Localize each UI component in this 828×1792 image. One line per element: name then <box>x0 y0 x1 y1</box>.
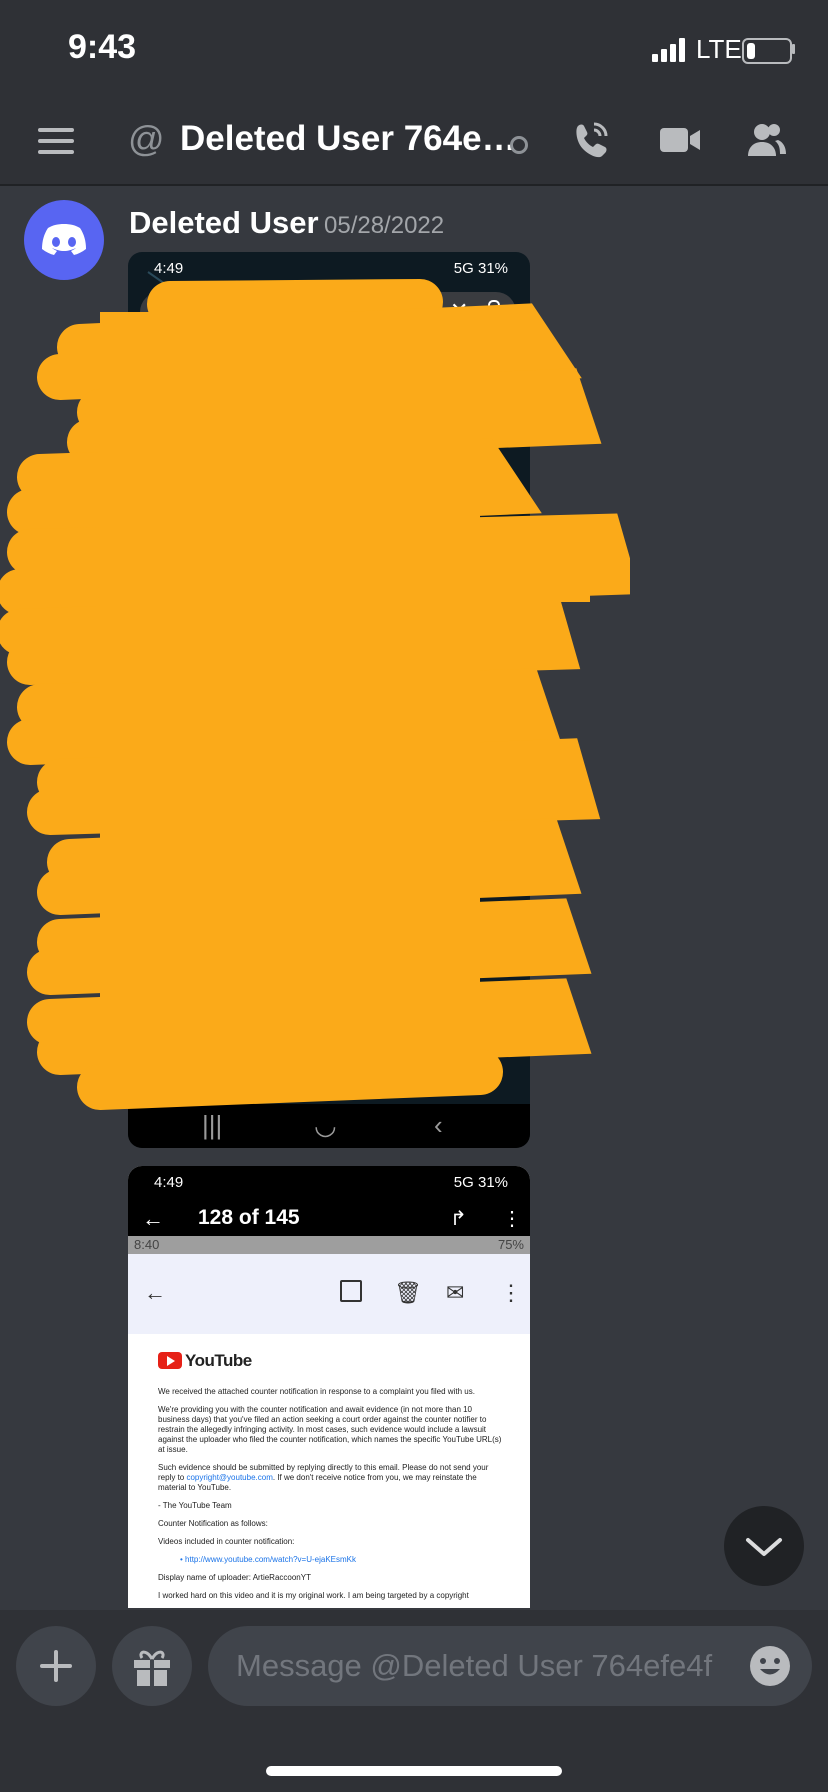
status-icon <box>510 136 528 154</box>
video-icon[interactable] <box>658 118 702 162</box>
email-signature: - The YouTube Team <box>158 1501 232 1511</box>
image-attachment-2[interactable]: 4:49 5G 31% ← 128 of 145 ↱ ⋮ 8:40 75% ← … <box>128 1166 530 1608</box>
forward-icon: ↱ <box>450 1208 467 1230</box>
channel-title[interactable]: Deleted User 764e… <box>180 119 517 159</box>
home-indicator <box>266 1766 562 1776</box>
email-paragraph: We're providing you with the counter not… <box>158 1405 502 1455</box>
message-timestamp: 05/28/2022 <box>324 212 445 239</box>
mail-icon: ✉ <box>446 1280 465 1305</box>
email-paragraph: Videos included in counter notification: <box>158 1537 295 1547</box>
inner-app-bar: 4:49 5G 31% ← 128 of 145 ↱ ⋮ <box>128 1166 530 1236</box>
more-icon: ⋮ <box>500 1280 522 1305</box>
call-icon[interactable] <box>568 118 612 162</box>
archive-icon <box>340 1280 362 1302</box>
more-icon: ⋮ <box>502 1208 522 1230</box>
email-paragraph: Counter Notification as follows: <box>158 1519 268 1529</box>
close-icon: ✕ <box>450 298 469 323</box>
gift-button[interactable] <box>112 1626 192 1706</box>
menu-icon[interactable] <box>38 128 74 154</box>
network-label: LTE <box>696 34 742 64</box>
inner-nav-bar: ||| ◡ ‹ <box>128 1104 530 1148</box>
add-attachment-button[interactable] <box>16 1626 96 1706</box>
inner-status-time: 4:49 <box>154 1174 184 1191</box>
at-icon: @ <box>128 118 165 159</box>
gift-icon <box>134 1650 170 1686</box>
map-background <box>137 271 510 953</box>
signal-icon <box>652 38 686 62</box>
email-paragraph: I worked hard on this video and it is my… <box>158 1591 469 1601</box>
trash-icon: 🗑 <box>394 1280 422 1305</box>
inner-search-bar: ← ✕ <box>140 292 516 332</box>
battery-nub <box>792 44 795 54</box>
mic-icon <box>488 300 500 320</box>
plus-icon <box>40 1650 72 1682</box>
youtube-logo: YouTube <box>158 1350 502 1371</box>
message-placeholder: Message @Deleted User 764efe4f <box>236 1648 713 1683</box>
avatar[interactable] <box>24 200 104 280</box>
back-arrow-icon: ← <box>152 298 174 323</box>
inner-status-right: 5G 31% <box>453 1174 508 1191</box>
email-paragraph: We received the attached counter notific… <box>158 1387 475 1397</box>
email-count: 128 of 145 <box>198 1206 300 1229</box>
home-icon: ◡ <box>314 1110 337 1140</box>
youtube-play-icon <box>158 1352 182 1370</box>
back-icon: ‹ <box>434 1110 443 1140</box>
discord-logo-icon <box>42 224 86 255</box>
back-arrow-icon: ← <box>144 1280 166 1305</box>
recents-icon: ||| <box>202 1110 223 1140</box>
image-attachment-1[interactable]: 4:49 5G 31% ← ✕ ||| ◡ ‹ <box>128 252 530 1148</box>
email-body: YouTube We received the attached counter… <box>158 1350 502 1608</box>
status-time: 9:43 <box>68 28 137 66</box>
inner-status-bar-2: 8:40 75% <box>128 1236 530 1254</box>
jump-to-bottom-button[interactable] <box>724 1506 804 1586</box>
email-toolbar: ← 🗑 ✉ ⋮ <box>128 1254 530 1334</box>
battery-icon <box>742 38 792 64</box>
emoji-icon[interactable] <box>748 1644 792 1688</box>
email-paragraph: Display name of uploader: ArtieRaccoonYT <box>158 1573 311 1583</box>
email-paragraph: Such evidence should be submitted by rep… <box>158 1463 489 1493</box>
chevron-down-icon <box>746 1538 782 1556</box>
message-author[interactable]: Deleted User <box>129 205 319 241</box>
video-link: • http://www.youtube.com/watch?v=U-ejaKE… <box>180 1555 356 1565</box>
back-arrow-icon: ← <box>142 1206 164 1231</box>
members-icon[interactable] <box>744 118 788 162</box>
